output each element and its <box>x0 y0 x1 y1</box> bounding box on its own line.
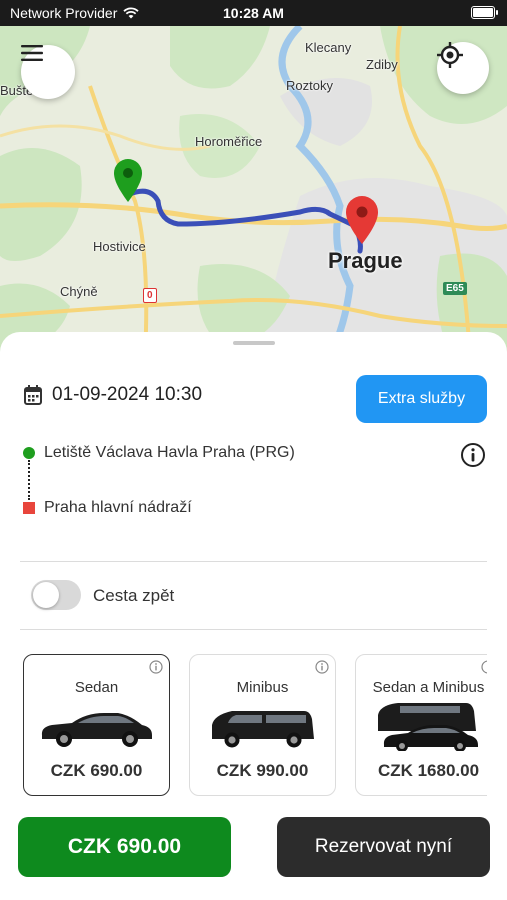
map-view[interactable]: Klecany Zdiby Roztoky Buště Horoměřice H… <box>0 26 507 356</box>
map-label-zdiby: Zdiby <box>366 57 398 72</box>
datetime-row[interactable]: 01-09-2024 10:30 <box>24 384 202 406</box>
vehicle-card-sedan[interactable]: Sedan CZK 690.00 <box>23 654 170 796</box>
extra-services-button[interactable]: Extra služby <box>356 375 487 423</box>
divider <box>20 629 487 630</box>
return-trip-label: Cesta zpět <box>93 586 175 605</box>
vehicle-price: CZK 990.00 <box>216 761 309 780</box>
map-label-chyne: Chýně <box>60 284 98 299</box>
map-canvas[interactable] <box>0 26 507 356</box>
battery-icon <box>471 6 498 19</box>
info-icon[interactable] <box>481 660 487 674</box>
map-label-roztoky: Roztoky <box>286 78 333 93</box>
calendar-icon <box>24 385 42 405</box>
info-icon[interactable] <box>149 660 163 674</box>
menu-button[interactable] <box>21 45 75 99</box>
book-now-button[interactable]: Rezervovat nyní <box>277 817 490 877</box>
sedan-car-icon <box>41 713 152 747</box>
road-badge-zero: 0 <box>143 288 157 303</box>
crosshair-icon <box>437 42 463 68</box>
info-icon[interactable] <box>460 442 486 468</box>
total-price-button[interactable]: CZK 690.00 <box>18 817 231 877</box>
pickup-dot-icon <box>23 447 35 459</box>
vehicle-name: Sedan a Minibus <box>372 679 485 696</box>
divider <box>20 561 487 562</box>
route-connector <box>28 460 30 500</box>
vehicle-price: CZK 690.00 <box>50 761 143 780</box>
vehicle-list[interactable]: Sedan CZK 690.00 Minibus CZK 990.00 Seda… <box>0 654 487 798</box>
dropoff-location[interactable]: Praha hlavní nádraží <box>44 499 192 517</box>
status-bar: Network Provider 10:28 AM <box>0 0 507 26</box>
sheet-drag-handle[interactable] <box>233 341 275 345</box>
menu-icon <box>21 45 43 61</box>
toggle-knob <box>33 582 59 608</box>
vehicle-name: Sedan <box>74 679 119 696</box>
clock: 10:28 AM <box>223 5 284 21</box>
booking-sheet: 01-09-2024 10:30 Extra služby Letiště Vá… <box>0 332 507 900</box>
vehicle-card-sedan-minibus[interactable]: Sedan a Minibus CZK 1680.00 <box>355 654 487 796</box>
sedan-minibus-car-icon <box>378 703 478 751</box>
pickup-location[interactable]: Letiště Václava Havla Praha (PRG) <box>44 444 295 462</box>
info-icon[interactable] <box>315 660 329 674</box>
map-label-prague: Prague <box>328 248 403 273</box>
dropoff-square-icon <box>23 502 35 514</box>
map-label-hostivice: Hostivice <box>93 239 146 254</box>
map-label-klecany: Klecany <box>305 40 352 55</box>
minibus-car-icon <box>212 711 314 748</box>
map-label-horomerice: Horoměřice <box>195 134 263 149</box>
return-trip-toggle[interactable] <box>31 580 81 610</box>
vehicle-card-minibus[interactable]: Minibus CZK 990.00 <box>189 654 336 796</box>
road-badge-e65: E65 <box>443 282 467 295</box>
vehicle-name: Minibus <box>236 679 289 696</box>
vehicle-price: CZK 1680.00 <box>377 761 480 780</box>
datetime-value: 01-09-2024 10:30 <box>52 384 203 405</box>
locate-button[interactable] <box>437 42 489 94</box>
